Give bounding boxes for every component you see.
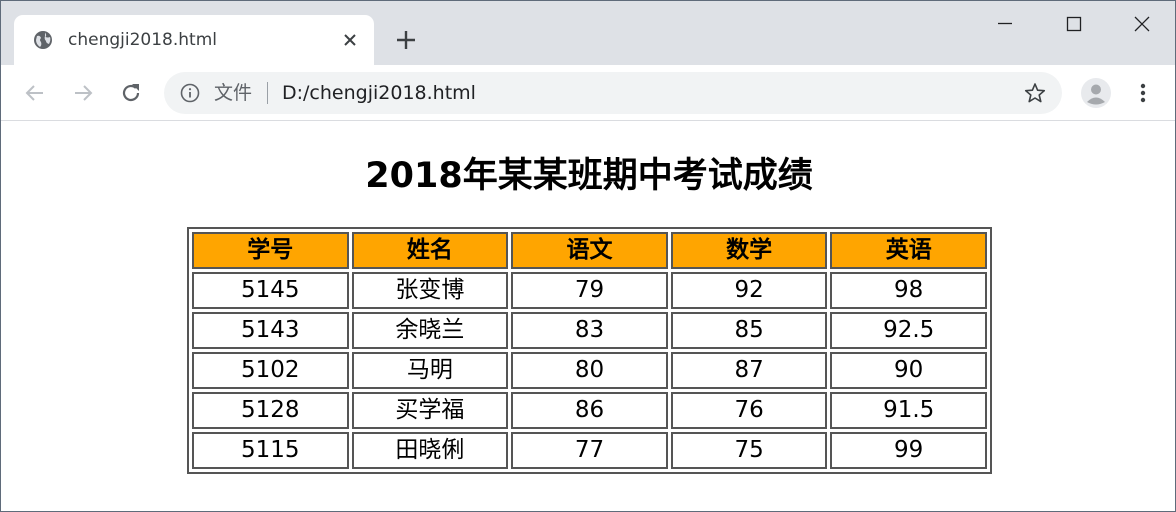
cell-name: 买学福: [351, 392, 509, 429]
table-row: 5145 张变博 79 92 98: [192, 272, 987, 309]
table-row: 5102 马明 80 87 90: [192, 352, 987, 389]
new-tab-icon[interactable]: [395, 29, 417, 51]
cell-chinese: 79: [511, 272, 668, 309]
cell-student-id: 5145: [192, 272, 349, 309]
cell-name: 张变博: [351, 272, 509, 309]
cell-math: 87: [670, 352, 828, 389]
cell-math: 85: [670, 312, 828, 349]
table-row: 5128 买学福 86 76 91.5: [192, 392, 987, 429]
bookmark-star-icon[interactable]: [1024, 82, 1046, 104]
cell-english: 99: [830, 432, 987, 469]
reload-icon[interactable]: [118, 80, 144, 106]
table-header-row: 学号 姓名 语文 数学 英语: [192, 232, 987, 269]
forward-arrow-icon[interactable]: [70, 80, 96, 106]
header-math: 数学: [670, 232, 828, 269]
security-label: 文件: [214, 82, 253, 104]
toolbar: 文件 D:/chengji2018.html: [1, 65, 1175, 121]
cell-chinese: 83: [511, 312, 668, 349]
cell-english: 90: [830, 352, 987, 389]
tab-title: chengji2018.html: [68, 30, 217, 50]
cell-name: 田晓俐: [351, 432, 509, 469]
cell-name: 马明: [351, 352, 509, 389]
cell-chinese: 80: [511, 352, 668, 389]
cell-math: 76: [670, 392, 828, 429]
header-name: 姓名: [351, 232, 509, 269]
table-row: 5115 田晓俐 77 75 99: [192, 432, 987, 469]
cell-chinese: 77: [511, 432, 668, 469]
cell-math: 92: [670, 272, 828, 309]
page-content: 2018年某某班期中考试成绩 学号 姓名 语文 数学 英语 5145 张变博 7…: [1, 121, 1175, 511]
globe-icon: [34, 31, 52, 49]
profile-avatar-icon[interactable]: [1081, 78, 1111, 108]
cell-chinese: 86: [511, 392, 668, 429]
minimize-icon[interactable]: [990, 9, 1020, 39]
cell-english: 92.5: [830, 312, 987, 349]
page-title: 2018年某某班期中考试成绩: [365, 156, 813, 196]
address-bar[interactable]: 文件 D:/chengji2018.html: [164, 72, 1062, 114]
cell-name: 余晓兰: [351, 312, 509, 349]
url-text[interactable]: D:/chengji2018.html: [282, 81, 476, 105]
browser-window: chengji2018.html 文件 D:/chengji2018.html …: [0, 0, 1176, 512]
cell-student-id: 5143: [192, 312, 349, 349]
cell-math: 75: [670, 432, 828, 469]
close-icon[interactable]: [1127, 9, 1157, 39]
table-row: 5143 余晓兰 83 85 92.5: [192, 312, 987, 349]
header-chinese: 语文: [511, 232, 668, 269]
tab-close-icon[interactable]: [340, 30, 360, 50]
cell-student-id: 5115: [192, 432, 349, 469]
header-english: 英语: [830, 232, 987, 269]
cell-english: 98: [830, 272, 987, 309]
address-separator: [267, 82, 268, 104]
maximize-icon[interactable]: [1059, 9, 1089, 39]
header-student-id: 学号: [192, 232, 349, 269]
active-tab[interactable]: chengji2018.html: [14, 15, 374, 65]
more-menu-icon[interactable]: [1131, 80, 1155, 106]
back-arrow-icon[interactable]: [22, 80, 48, 106]
cell-student-id: 5128: [192, 392, 349, 429]
cell-english: 91.5: [830, 392, 987, 429]
scores-table: 学号 姓名 语文 数学 英语 5145 张变博 79 92 98 5143 余晓: [187, 227, 992, 474]
cell-student-id: 5102: [192, 352, 349, 389]
tab-strip: chengji2018.html: [1, 1, 1175, 65]
info-icon[interactable]: [180, 83, 200, 103]
